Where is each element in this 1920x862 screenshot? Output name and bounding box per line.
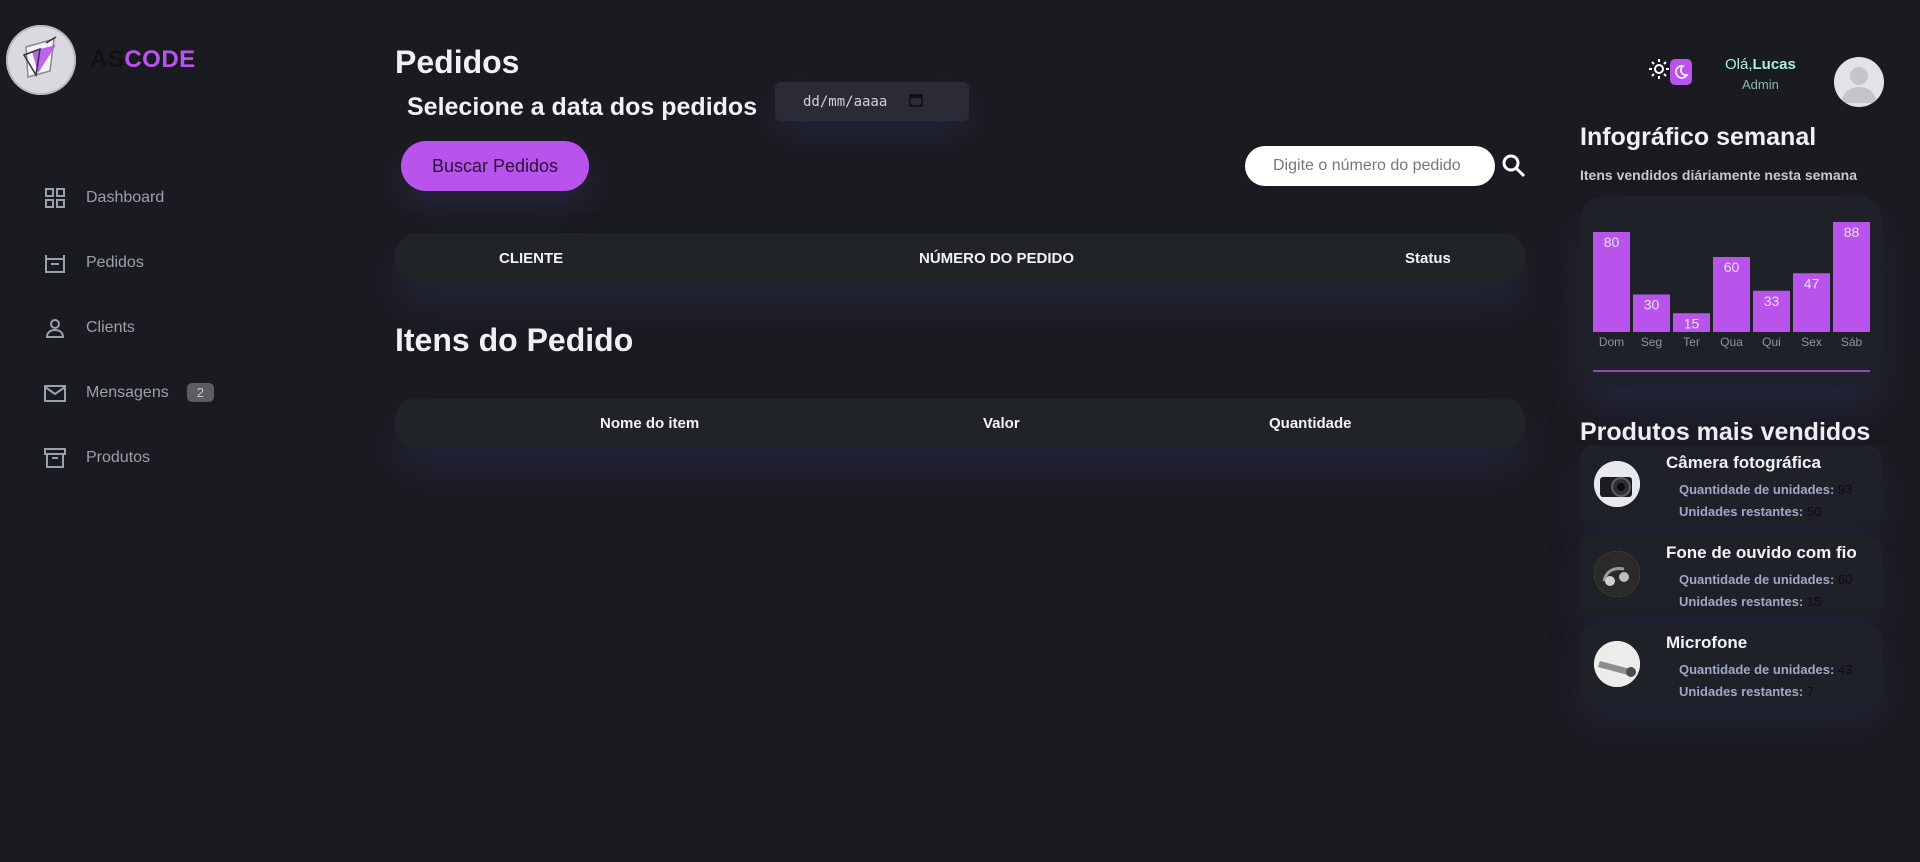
archive-icon (42, 445, 68, 471)
product-remaining: Unidades restantes: 15 (1679, 594, 1821, 609)
user-name: Lucas (1752, 56, 1796, 73)
sidebar-item-produtos[interactable]: Produtos (42, 425, 214, 490)
qty-label: Quantidade de unidades: (1679, 482, 1835, 497)
headphones-icon (1594, 551, 1640, 597)
qty-label: Quantidade de unidades: (1679, 662, 1835, 677)
search-icon[interactable] (1499, 151, 1529, 181)
grid-icon (42, 185, 68, 211)
category-label: Qui (1762, 335, 1781, 349)
product-qty: Quantidade de unidades: 60 (1679, 572, 1852, 587)
sidebar-item-pedidos[interactable]: Pedidos (42, 230, 214, 295)
bar-value-label: 30 (1644, 297, 1660, 313)
product-name: Fone de ouvido com fio (1666, 543, 1857, 562)
col-nome-item: Nome do item (600, 414, 700, 432)
brand-name: ASCODE (90, 46, 196, 74)
weekly-bar-chart: 80 Dom 30 Seg 15 Ter 60 Qua 33 Qui 47 Sex 88 Sáb (1593, 222, 1870, 372)
avatar[interactable] (1834, 57, 1884, 107)
items-table-header: Nome do item Valor Quantidade (395, 398, 1525, 448)
orders-table-header: CLIENTE NÚMERO DO PEDIDO Status (395, 233, 1525, 283)
greeting-text: Olá, (1725, 56, 1753, 73)
theme-toggle[interactable] (1648, 58, 1692, 85)
sidebar-nav: Dashboard Pedidos Clients Mensagens 2 Pr… (42, 165, 214, 490)
order-number-placeholder: Digite o número do pedido (1273, 157, 1461, 174)
sidebar: ASCODE Dashboard Pedidos Clients Mensage… (0, 0, 300, 862)
bar-value-label: 88 (1844, 224, 1860, 240)
col-status: Status (1405, 249, 1451, 267)
qty-value: 60 (1837, 572, 1853, 587)
remaining-label: Unidades restantes: (1679, 684, 1804, 699)
remaining-value: 7 (1806, 684, 1815, 699)
mail-icon (42, 380, 68, 406)
col-quantidade: Quantidade (1269, 414, 1352, 432)
weekly-chart-card: 80 Dom 30 Seg 15 Ter 60 Qua 33 Qui 47 Sex 88 Sáb (1580, 196, 1882, 386)
sidebar-item-label: Pedidos (86, 253, 144, 271)
category-label: Ter (1683, 335, 1700, 349)
sidebar-item-mensagens[interactable]: Mensagens 2 (42, 360, 214, 425)
buscar-pedidos-button[interactable]: Buscar Pedidos (401, 141, 589, 191)
category-label: Seg (1641, 335, 1662, 349)
basket-icon (42, 250, 68, 276)
product-remaining: Unidades restantes: 50 (1679, 504, 1821, 519)
category-label: Sáb (1841, 335, 1863, 349)
moon-icon[interactable] (1670, 58, 1692, 85)
qty-label: Quantidade de unidades: (1679, 572, 1835, 587)
top-products-title: Produtos mais vendidos (1580, 418, 1871, 446)
date-label: Selecione a data dos pedidos (407, 93, 758, 121)
bar-value-label: 80 (1604, 234, 1620, 250)
unread-badge: 2 (186, 383, 214, 402)
product-qty: Quantidade de unidades: 43 (1679, 662, 1852, 677)
col-valor: Valor (983, 414, 1020, 432)
remaining-label: Unidades restantes: (1679, 504, 1804, 519)
product-name: Microfone (1666, 633, 1748, 652)
remaining-value: 50 (1806, 504, 1822, 519)
brand-part-2: CODE (124, 46, 196, 73)
sidebar-item-label: Mensagens (86, 383, 169, 401)
product-qty: Quantidade de unidades: 93 (1679, 482, 1852, 497)
date-placeholder: dd/mm/aaaa (803, 93, 888, 110)
bar-value-label: 47 (1804, 275, 1820, 291)
sidebar-item-dashboard[interactable]: Dashboard (42, 165, 214, 230)
date-input[interactable]: dd/mm/aaaa (775, 82, 969, 121)
category-label: Dom (1599, 335, 1624, 349)
sidebar-item-clients[interactable]: Clients (42, 295, 214, 360)
user-greeting: Olá,Lucas Admin (1725, 56, 1796, 92)
col-cliente: CLIENTE (499, 249, 564, 267)
sidebar-item-label: Clients (86, 318, 135, 336)
page-title: Pedidos (395, 44, 520, 80)
remaining-value: 15 (1806, 594, 1822, 609)
sidebar-item-label: Dashboard (86, 188, 165, 206)
user-role: Admin (1742, 77, 1779, 92)
weekly-title: Infográfico semanal (1580, 123, 1817, 151)
product-card[interactable]: Fone de ouvido com fio Quantidade de uni… (1580, 535, 1882, 615)
product-name: Câmera fotográfica (1666, 453, 1821, 472)
qty-value: 93 (1837, 482, 1853, 497)
camera-icon (1594, 461, 1640, 507)
order-search: Digite o número do pedido (1245, 146, 1529, 186)
brand-part-1: AS (90, 46, 125, 73)
order-number-input[interactable]: Digite o número do pedido (1245, 146, 1495, 186)
product-card[interactable]: Câmera fotográfica Quantidade de unidade… (1580, 445, 1882, 525)
category-label: Qua (1720, 335, 1743, 349)
sidebar-item-label: Produtos (86, 448, 151, 466)
bar-value-label: 15 (1684, 315, 1700, 331)
bar-value-label: 60 (1724, 259, 1740, 275)
qty-value: 43 (1837, 662, 1853, 677)
col-numero-pedido: NÚMERO DO PEDIDO (919, 249, 1075, 267)
microphone-icon (1594, 641, 1640, 687)
weekly-subtitle: Itens vendidos diáriamente nesta semana (1580, 167, 1857, 183)
bar-value-label: 33 (1764, 293, 1780, 309)
calendar-icon[interactable] (909, 93, 924, 111)
brand-logo[interactable]: ASCODE (6, 25, 196, 95)
items-title: Itens do Pedido (395, 322, 634, 358)
product-remaining: Unidades restantes: 7 (1679, 684, 1814, 699)
remaining-label: Unidades restantes: (1679, 594, 1804, 609)
product-card[interactable]: Microfone Quantidade de unidades: 43 Uni… (1580, 625, 1882, 705)
user-icon (42, 315, 68, 341)
sun-icon[interactable] (1648, 58, 1670, 85)
category-label: Sex (1801, 335, 1822, 349)
logo-icon (6, 25, 76, 95)
